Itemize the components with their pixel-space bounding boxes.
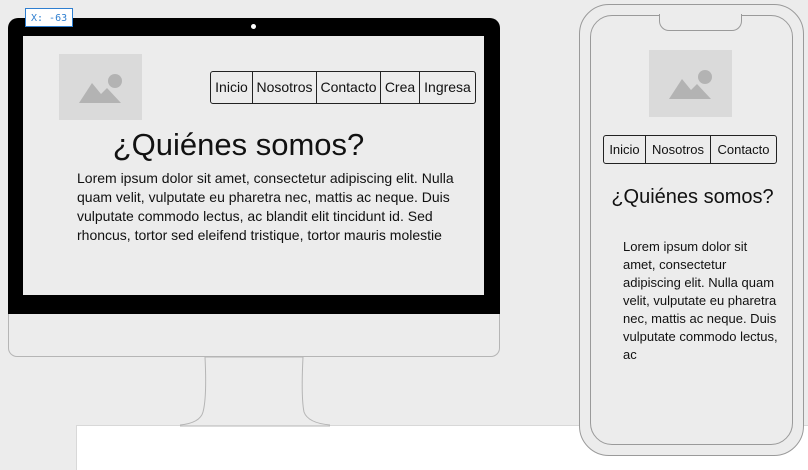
nav-item-nosotros[interactable]: Nosotros xyxy=(253,72,317,103)
phone-page-title: ¿Quiénes somos? xyxy=(611,186,774,208)
nav-item-inicio[interactable]: Inicio xyxy=(211,72,253,103)
desktop-screen: Inicio Nosotros Contacto Crea Ingresa ¿Q… xyxy=(23,36,484,295)
page-title-text: ¿Quiénes somos? xyxy=(112,127,365,162)
nav-item-ingresa[interactable]: Ingresa xyxy=(420,72,475,103)
image-icon xyxy=(649,50,732,117)
monitor-stand xyxy=(180,357,330,427)
monitor-chin xyxy=(8,314,500,357)
nav-item-inicio[interactable]: Inicio xyxy=(604,136,646,163)
desktop-nav-bar: Inicio Nosotros Contacto Crea Ingresa xyxy=(210,71,476,104)
phone-nav-bar: Inicio Nosotros Contacto xyxy=(603,135,777,164)
nav-item-contacto[interactable]: Contacto xyxy=(317,72,381,103)
nav-item-crea[interactable]: Crea xyxy=(381,72,420,103)
phone-body-paragraph: Lorem ipsum dolor sit amet, consectetur … xyxy=(623,239,778,362)
phone-screen: Inicio Nosotros Contacto ¿Quiénes somos?… xyxy=(590,14,793,445)
desktop-monitor-frame: Inicio Nosotros Contacto Crea Ingresa ¿Q… xyxy=(8,18,500,314)
nav-item-nosotros[interactable]: Nosotros xyxy=(646,136,711,163)
phone-notch xyxy=(659,14,742,31)
monitor-camera xyxy=(251,24,256,29)
nav-item-contacto[interactable]: Contacto xyxy=(711,136,776,163)
phone-frame: Inicio Nosotros Contacto ¿Quiénes somos?… xyxy=(579,4,804,456)
body-paragraph: Lorem ipsum dolor sit amet, consectetur … xyxy=(77,170,454,243)
page-title: ¿Quiénes somos? xyxy=(23,127,484,163)
image-icon xyxy=(59,54,142,120)
coordinate-badge: X: -63 xyxy=(25,8,74,27)
